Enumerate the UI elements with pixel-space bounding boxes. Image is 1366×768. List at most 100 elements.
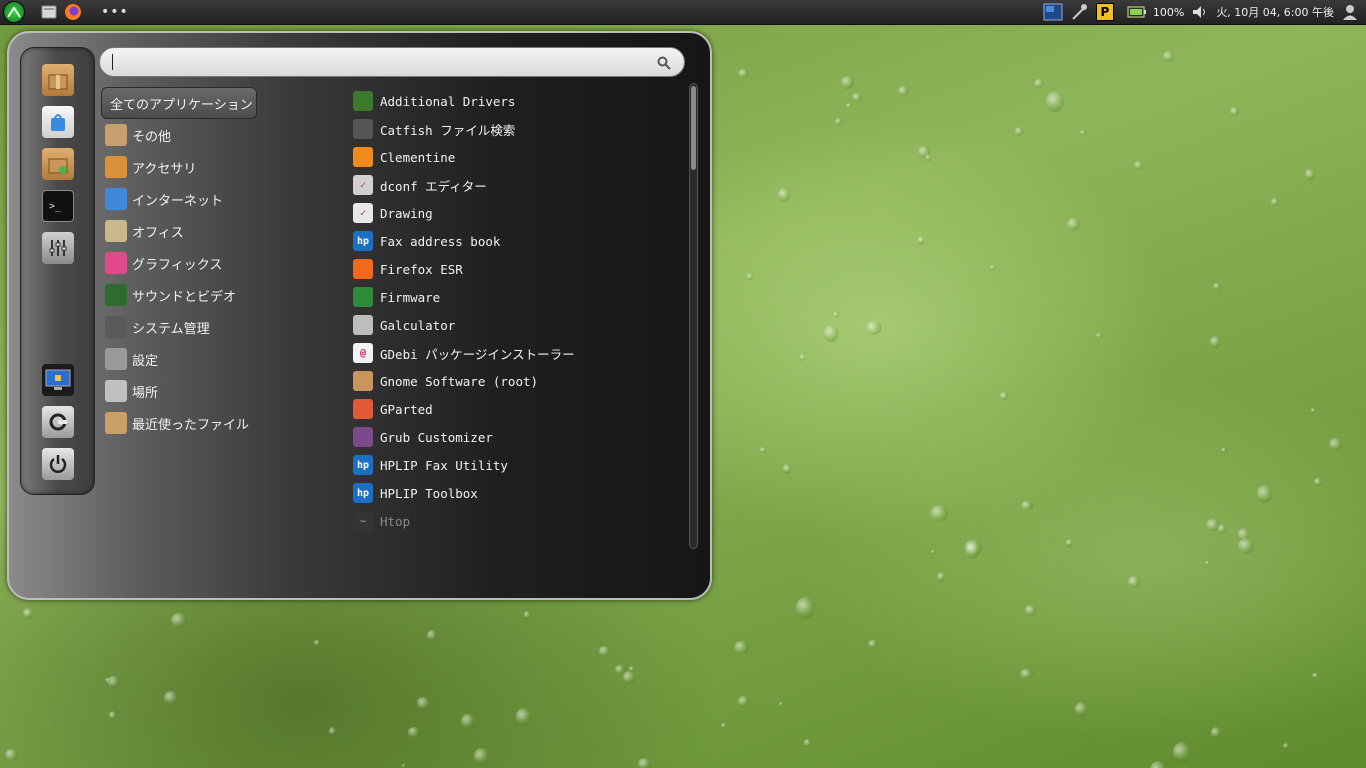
water-droplet: [721, 723, 727, 729]
app-item[interactable]: ✓ Drawing: [353, 199, 683, 227]
water-droplet: [840, 76, 854, 89]
scrollbar-thumb[interactable]: [691, 86, 696, 170]
category-item[interactable]: アクセサリ: [101, 151, 341, 183]
app-item[interactable]: Additional Drivers: [353, 87, 683, 115]
app-icon: [353, 259, 373, 279]
water-droplet: [777, 188, 790, 203]
favorite-settings[interactable]: [42, 232, 74, 264]
water-droplet: [796, 596, 814, 619]
clock[interactable]: 火, 10月 04, 6:00 午後: [1216, 4, 1334, 20]
app-item[interactable]: Firmware: [353, 283, 683, 311]
search-caret: [112, 54, 113, 70]
water-droplet: [1019, 668, 1033, 680]
favorite-store[interactable]: [42, 106, 74, 138]
color-picker-tray[interactable]: [1069, 2, 1089, 22]
workspace-switcher[interactable]: [1043, 2, 1063, 22]
favorite-terminal[interactable]: >_: [42, 190, 74, 222]
category-label: 場所: [132, 385, 159, 401]
firefox-launcher[interactable]: [63, 2, 83, 22]
app-item[interactable]: hp HPLIP Toolbox: [353, 479, 683, 507]
app-item[interactable]: hp HPLIP Fax Utility: [353, 451, 683, 479]
power-icon: [49, 455, 67, 473]
water-droplet: [105, 677, 111, 682]
app-label: Firefox ESR: [380, 261, 463, 277]
category-all-applications[interactable]: 全てのアプリケーション: [101, 87, 257, 119]
tray-overflow[interactable]: •••: [101, 4, 129, 20]
app-label: Firmware: [380, 289, 441, 305]
logout-button[interactable]: [42, 406, 74, 438]
menu-button[interactable]: [3, 1, 25, 23]
volume-indicator[interactable]: [1190, 2, 1210, 22]
category-icon: [105, 412, 127, 434]
water-droplet: [747, 272, 754, 281]
parking-tray[interactable]: P: [1095, 2, 1115, 22]
category-item[interactable]: グラフィックス: [101, 247, 341, 279]
search-box[interactable]: [99, 47, 685, 77]
water-droplet: [1205, 560, 1211, 566]
app-list-scrollbar[interactable]: [689, 83, 698, 549]
app-item[interactable]: Firefox ESR: [353, 255, 683, 283]
app-label: Drawing: [380, 205, 433, 221]
battery-indicator[interactable]: [1127, 2, 1147, 22]
water-droplet: [170, 613, 188, 629]
water-droplet: [1079, 130, 1087, 136]
water-droplet: [924, 153, 932, 162]
category-item[interactable]: 場所: [101, 375, 341, 407]
category-icon: [105, 316, 127, 338]
category-icon: [105, 252, 127, 274]
water-droplet: [1149, 761, 1166, 768]
category-list: 全てのアプリケーション その他 アクセサリインターネットオフィス グラフィックス サウン…: [101, 87, 341, 439]
category-item[interactable]: オフィス: [101, 215, 341, 247]
app-item[interactable]: ✓ dconf エディター: [353, 171, 683, 199]
favorite-package-installer[interactable]: [42, 148, 74, 180]
water-droplet: [737, 695, 749, 708]
category-label: 設定: [132, 353, 159, 369]
favorites-bar: >_: [20, 47, 95, 495]
search-input[interactable]: [114, 53, 650, 73]
category-item[interactable]: その他: [101, 119, 341, 151]
favorite-software-center[interactable]: [42, 64, 74, 96]
app-icon-glyph: hp: [356, 487, 370, 499]
category-item[interactable]: 設定: [101, 343, 341, 375]
app-icon: [353, 91, 373, 111]
category-label: インターネット: [132, 193, 224, 209]
firefox-icon: [65, 4, 81, 20]
water-droplet: [846, 103, 852, 109]
battery-icon: [1127, 6, 1146, 18]
water-droplet: [313, 640, 321, 646]
water-droplet: [1172, 741, 1190, 763]
water-droplet: [778, 701, 784, 706]
category-label: 最近使ったファイル: [132, 417, 250, 433]
water-droplet: [1075, 702, 1088, 718]
app-item[interactable]: ~ Htop: [353, 507, 683, 535]
app-item[interactable]: Galculator: [353, 311, 683, 339]
files-launcher[interactable]: [39, 2, 59, 22]
search-icon[interactable]: [656, 55, 672, 71]
package-download-icon: [48, 158, 68, 174]
shutdown-button[interactable]: [42, 448, 74, 480]
category-item[interactable]: サウンドとビデオ: [101, 279, 341, 311]
app-item[interactable]: Catfish ファイル検索: [353, 115, 683, 143]
logout-icon: [49, 413, 67, 431]
water-droplet: [1000, 391, 1008, 400]
app-item[interactable]: @ GDebi パッケージインストーラー: [353, 339, 683, 367]
category-item[interactable]: 最近使ったファイル: [101, 407, 341, 439]
category-item[interactable]: システム管理: [101, 311, 341, 343]
app-icon: ✓: [353, 203, 373, 223]
lock-screen-button[interactable]: [42, 364, 74, 396]
app-item[interactable]: Grub Customizer: [353, 423, 683, 451]
app-label: Htop: [380, 513, 411, 529]
mountain-icon: [7, 6, 21, 18]
app-item[interactable]: Gnome Software (root): [353, 367, 683, 395]
app-label: GParted: [380, 401, 433, 417]
user-menu[interactable]: [1340, 2, 1360, 22]
app-item[interactable]: hp Fax address book: [353, 227, 683, 255]
app-item[interactable]: GParted: [353, 395, 683, 423]
file-manager-icon: [41, 5, 57, 19]
category-item[interactable]: インターネット: [101, 183, 341, 215]
app-icon: [353, 315, 373, 335]
app-item[interactable]: Clementine: [353, 143, 683, 171]
water-droplet: [1067, 217, 1080, 231]
water-droplet: [1020, 500, 1033, 511]
water-droplet: [417, 697, 430, 710]
